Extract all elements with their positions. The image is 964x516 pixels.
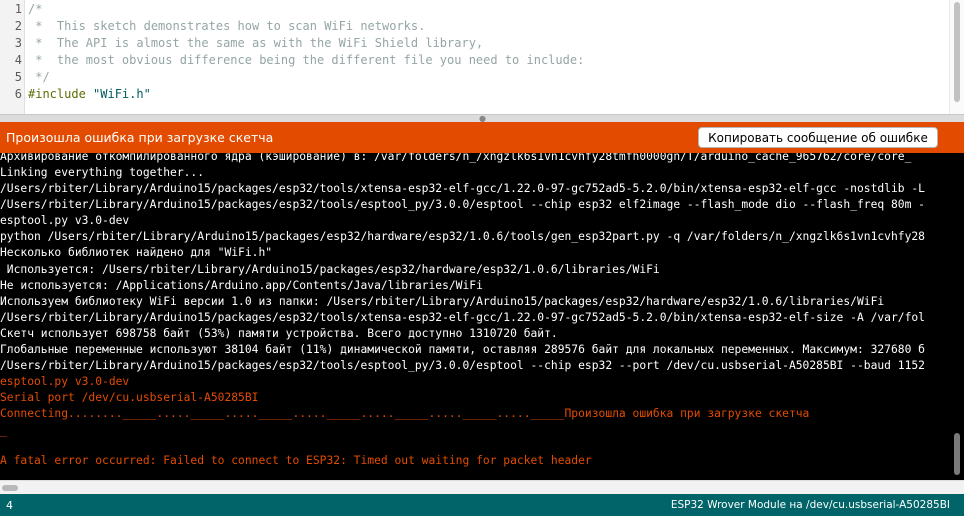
console-scroll-thumb[interactable]	[954, 433, 960, 475]
code-line[interactable]: * the most obvious difference being the …	[28, 52, 584, 69]
console-line: Архивирование откомпилированного ядра (к…	[0, 153, 912, 163]
console-output[interactable]: Архивирование откомпилированного ядра (к…	[0, 153, 964, 480]
console-line: Используем библиотеку WiFi версии 1.0 из…	[0, 295, 885, 308]
include-directive: #include	[28, 87, 86, 101]
console-line: Используется: /Users/rbiter/Library/Ardu…	[0, 263, 660, 276]
copy-error-button[interactable]: Копировать сообщение об ошибке	[698, 127, 938, 148]
footer-status-bar: 4 ESP32 Wrover Module на /dev/cu.usbseri…	[0, 494, 964, 516]
splitter-grip-icon: ●	[479, 114, 486, 123]
console-vertical-scrollbar[interactable]	[950, 153, 964, 480]
console-hscroll-thumb[interactable]	[2, 485, 18, 491]
code-line[interactable]: /*	[28, 1, 42, 18]
line-number: 6	[14, 87, 22, 101]
console-line: Linking everything together...	[0, 166, 205, 179]
pane-splitter[interactable]: ●	[0, 114, 964, 123]
line-number: 5	[14, 70, 22, 84]
console-line: /Users/rbiter/Library/Arduino15/packages…	[0, 182, 925, 195]
console-line: Несколько библиотек найдено для "WiFi.h"	[0, 246, 273, 259]
console-line: python /Users/rbiter/Library/Arduino15/p…	[0, 230, 925, 243]
line-number: 2	[14, 19, 22, 33]
current-line-number: 4	[6, 499, 13, 512]
code-line-include[interactable]: #include "WiFi.h"	[28, 86, 151, 103]
code-line[interactable]: */	[28, 69, 49, 86]
console-line: esptool.py v3.0-dev	[0, 375, 130, 388]
editor-vertical-scrollbar[interactable]	[949, 0, 964, 114]
code-line[interactable]: * This sketch demonstrates how to scan W…	[28, 18, 425, 35]
code-editor[interactable]: 1 2 3 4 5 6 /* * This sketch demonstrate…	[0, 0, 964, 114]
console-line: _	[0, 424, 7, 437]
console-line: /Users/rbiter/Library/Arduino15/packages…	[0, 198, 925, 211]
console-line: Глобальные переменные используют 38104 б…	[0, 343, 925, 356]
console-line: Скетч использует 698758 байт (53%) памят…	[0, 327, 558, 340]
line-number: 4	[14, 53, 22, 67]
console-line: /Users/rbiter/Library/Arduino15/packages…	[0, 311, 925, 324]
console-line: A fatal error occurred: Failed to connec…	[0, 454, 592, 467]
editor-scroll-thumb[interactable]	[954, 2, 960, 102]
error-message: Произошла ошибка при загрузке скетча	[6, 130, 274, 145]
include-filename: "WiFi.h"	[93, 87, 151, 101]
console-line: esptool.py v3.0-dev	[0, 214, 130, 227]
console-line: Serial port /dev/cu.usbserial-A50285BI	[0, 391, 259, 404]
board-port-info: ESP32 Wrover Module на /dev/cu.usbserial…	[670, 499, 950, 511]
console-line: Не используется: /Applications/Arduino.a…	[0, 279, 483, 292]
code-line[interactable]: * The API is almost the same as with the…	[28, 35, 483, 52]
line-number-gutter: 1 2 3 4 5 6	[0, 0, 25, 114]
error-status-bar: Произошла ошибка при загрузке скетча Коп…	[0, 122, 964, 153]
console-line: /Users/rbiter/Library/Arduino15/packages…	[0, 359, 925, 372]
console-line: Connecting........_____....._____.....__…	[0, 407, 810, 420]
console-horizontal-scrollbar[interactable]	[0, 480, 964, 494]
line-number: 1	[14, 2, 22, 16]
line-number: 3	[14, 36, 22, 50]
